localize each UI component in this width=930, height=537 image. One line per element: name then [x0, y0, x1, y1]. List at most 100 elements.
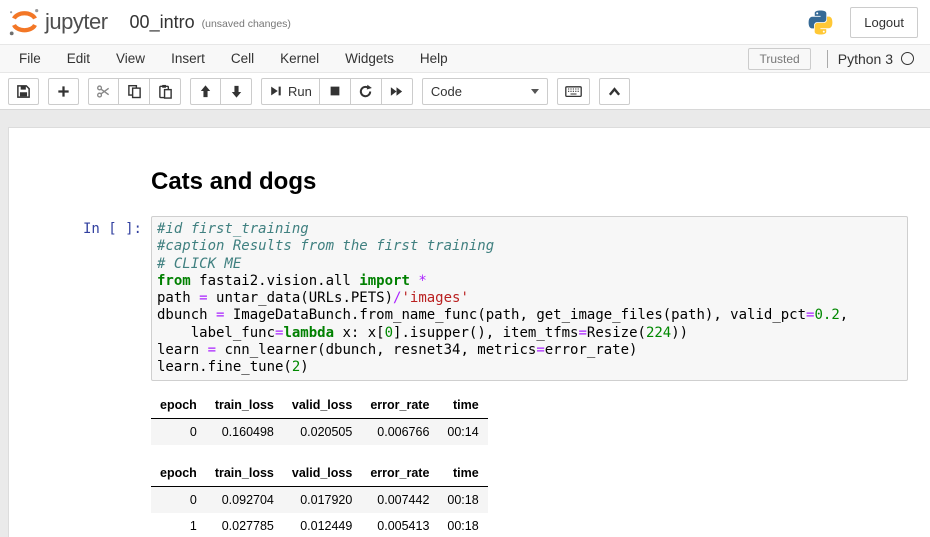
table-cell: 0.005413 — [361, 513, 438, 537]
column-header: train_loss — [206, 394, 283, 419]
kernel-name: Python 3 — [838, 51, 893, 67]
run-label: Run — [288, 84, 312, 99]
table-row: 00.0927040.0179200.00744200:18 — [151, 487, 488, 514]
menu-edit[interactable]: Edit — [54, 45, 103, 72]
notebook-header: jupyter 00_intro (unsaved changes) Logou… — [0, 0, 930, 44]
command-palette-button[interactable] — [557, 78, 590, 105]
chevron-up-icon — [607, 85, 622, 98]
menu-cell[interactable]: Cell — [218, 45, 267, 72]
table-cell: 0.012449 — [283, 513, 361, 537]
training-results-table: epochtrain_lossvalid_losserror_ratetime0… — [151, 462, 908, 537]
notebook-site: Cats and dogs In [ ]: #id first_training… — [0, 109, 930, 537]
restart-icon — [358, 84, 373, 99]
checkpoint-status: (unsaved changes) — [202, 14, 291, 30]
arrow-down-icon — [229, 84, 244, 99]
column-header: error_rate — [361, 394, 438, 419]
table-cell: 0.020505 — [283, 419, 361, 446]
save-icon — [16, 84, 31, 99]
table-cell: 1 — [151, 513, 206, 537]
notebook-title[interactable]: 00_intro — [130, 12, 195, 33]
cell-type-dropdown[interactable]: Code — [422, 78, 548, 105]
output-area: epochtrain_lossvalid_losserror_ratetime0… — [151, 394, 930, 537]
arrow-up-icon — [198, 84, 213, 99]
logout-button[interactable]: Logout — [850, 7, 918, 38]
code-line: path = untar_data(URLs.PETS)/'images' — [157, 290, 903, 307]
table-cell: 0.027785 — [206, 513, 283, 537]
save-button[interactable] — [8, 78, 39, 105]
table-cell: 0 — [151, 487, 206, 514]
step-forward-icon — [269, 84, 283, 98]
code-line: dbunch = ImageDataBunch.from_name_func(p… — [157, 307, 903, 324]
menu-insert[interactable]: Insert — [158, 45, 218, 72]
code-cell[interactable]: In [ ]: #id first_training#caption Resul… — [9, 216, 930, 381]
input-prompt: In [ ]: — [9, 216, 151, 381]
menubar: FileEditViewInsertCellKernelWidgetsHelp … — [0, 44, 930, 73]
cut-cells-button[interactable] — [88, 78, 119, 105]
table-cell: 00:18 — [438, 487, 487, 514]
stop-icon — [328, 84, 342, 98]
table-cell: 00:18 — [438, 513, 487, 537]
column-header: valid_loss — [283, 394, 361, 419]
jupyter-logo-icon — [8, 7, 41, 37]
scissors-icon — [96, 84, 111, 99]
table-cell: 0.160498 — [206, 419, 283, 446]
menu-file[interactable]: File — [6, 45, 54, 72]
copy-cells-button[interactable] — [119, 78, 150, 105]
menu-widgets[interactable]: Widgets — [332, 45, 407, 72]
column-header: epoch — [151, 462, 206, 487]
column-header: valid_loss — [283, 462, 361, 487]
run-cell-button[interactable]: Run — [261, 78, 320, 105]
code-line: learn = cnn_learner(dbunch, resnet34, me… — [157, 342, 903, 359]
cell-type-value: Code — [431, 84, 462, 99]
table-cell: 0 — [151, 419, 206, 446]
column-header: error_rate — [361, 462, 438, 487]
column-header: epoch — [151, 394, 206, 419]
python-logo-icon — [807, 9, 834, 36]
code-line: #id first_training — [157, 221, 903, 238]
scroll-up-button[interactable] — [599, 78, 630, 105]
restart-kernel-button[interactable] — [351, 78, 382, 105]
table-cell: 0.092704 — [206, 487, 283, 514]
table-cell: 00:14 — [438, 419, 487, 446]
trusted-badge[interactable]: Trusted — [748, 48, 810, 70]
move-cell-down-button[interactable] — [221, 78, 252, 105]
menu-help[interactable]: Help — [407, 45, 461, 72]
column-header: time — [438, 394, 487, 419]
caret-down-icon — [531, 89, 539, 94]
menu-kernel[interactable]: Kernel — [267, 45, 332, 72]
toolbar: Run Code — [0, 73, 930, 109]
training-results-table: epochtrain_lossvalid_losserror_ratetime0… — [151, 394, 908, 445]
column-header: time — [438, 462, 487, 487]
plus-icon — [56, 84, 71, 99]
paste-cells-button[interactable] — [150, 78, 181, 105]
markdown-heading: Cats and dogs — [151, 168, 316, 196]
code-line: learn.fine_tune(2) — [157, 359, 903, 376]
notebook-container: Cats and dogs In [ ]: #id first_training… — [8, 127, 930, 537]
keyboard-icon — [565, 84, 582, 99]
table-cell: 0.006766 — [361, 419, 438, 446]
table-row: 00.1604980.0205050.00676600:14 — [151, 419, 488, 446]
copy-icon — [127, 84, 142, 99]
table-row: 10.0277850.0124490.00541300:18 — [151, 513, 488, 537]
kernel-idle-indicator-icon — [901, 52, 914, 65]
column-header: train_loss — [206, 462, 283, 487]
jupyter-wordmark: jupyter — [45, 9, 108, 35]
code-line: # CLICK ME — [157, 256, 903, 273]
restart-run-all-button[interactable] — [382, 78, 413, 105]
fast-forward-icon — [389, 84, 404, 99]
kernel-divider — [827, 50, 828, 68]
code-editor[interactable]: #id first_training#caption Results from … — [151, 216, 908, 381]
table-cell: 0.007442 — [361, 487, 438, 514]
code-line: #caption Results from the first training — [157, 238, 903, 255]
jupyter-logo[interactable]: jupyter — [8, 7, 108, 37]
table-cell: 0.017920 — [283, 487, 361, 514]
insert-cell-below-button[interactable] — [48, 78, 79, 105]
move-cell-up-button[interactable] — [190, 78, 221, 105]
code-line: label_func=lambda x: x[0].isupper(), ite… — [157, 325, 903, 342]
markdown-cell[interactable]: Cats and dogs — [9, 154, 930, 204]
code-line: from fastai2.vision.all import * — [157, 273, 903, 290]
interrupt-kernel-button[interactable] — [320, 78, 351, 105]
paste-icon — [158, 84, 173, 99]
markdown-prompt — [9, 154, 151, 204]
menu-view[interactable]: View — [103, 45, 158, 72]
